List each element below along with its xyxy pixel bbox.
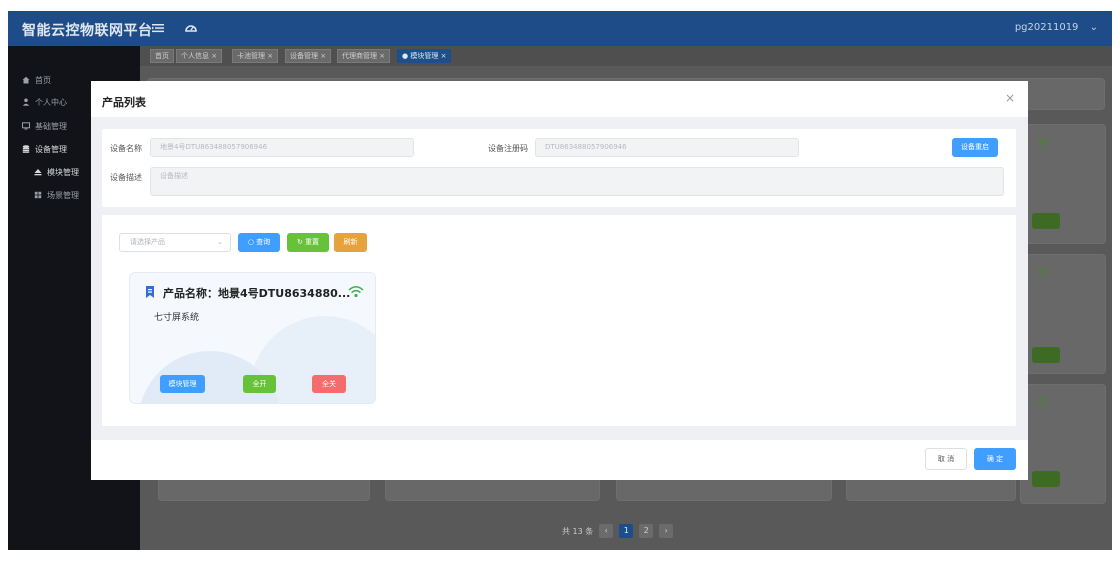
select-placeholder: 请选择产品 <box>130 238 165 246</box>
dialog-footer: 取 消 确 定 <box>91 440 1028 480</box>
close-icon[interactable]: × <box>267 52 273 60</box>
bg-edit-button <box>1032 347 1060 363</box>
device-name-label: 设备名称 <box>110 144 142 153</box>
all-off-button[interactable]: 全关 <box>312 375 346 393</box>
pagination-total: 共 13 条 <box>562 526 594 536</box>
all-on-button[interactable]: 全开 <box>243 375 276 393</box>
tab-label: 设备管理 <box>290 52 318 60</box>
tab-label: 首页 <box>155 52 169 60</box>
sidebar-item-label: 首页 <box>35 75 51 85</box>
tab-module[interactable]: ● 模块管理 × <box>397 49 452 63</box>
tab-profile[interactable]: 个人信息 × <box>176 49 223 63</box>
dashboard-icon[interactable] <box>184 21 198 35</box>
database-icon <box>22 145 30 153</box>
query-button[interactable]: ○ 查询 <box>238 233 280 252</box>
sidebar-item-scene[interactable]: 场景管理 <box>34 185 79 205</box>
product-list-dialog: 产品列表 × 设备名称 地景4号DTU863488057906946 设备注册码… <box>91 81 1028 480</box>
button-label: 查询 <box>256 238 271 246</box>
page-button[interactable]: 2 <box>639 524 654 538</box>
monitor-icon <box>22 122 30 130</box>
menu-fold-icon[interactable] <box>151 21 165 35</box>
device-form-panel: 设备名称 地景4号DTU863488057906946 设备注册码 DTU863… <box>102 129 1016 207</box>
grid-icon <box>34 191 42 199</box>
next-page-button[interactable]: › <box>659 524 674 538</box>
sidebar-item-device[interactable]: 设备管理 <box>22 139 67 159</box>
confirm-button[interactable]: 确 定 <box>974 448 1016 470</box>
sidebar-item-label: 模块管理 <box>47 167 79 177</box>
button-label: 重置 <box>305 238 320 246</box>
product-name: 产品名称：地景4号DTU8634880... <box>163 287 351 300</box>
dialog-header: 产品列表 × <box>91 81 1028 117</box>
dialog-body: 设备名称 地景4号DTU863488057906946 设备注册码 DTU863… <box>91 117 1028 440</box>
close-icon[interactable]: × <box>441 52 447 60</box>
close-icon[interactable]: × <box>320 52 326 60</box>
top-header: 智能云控物联网平台 pg20211019 ⌄ <box>8 11 1112 46</box>
sidebar-item-profile[interactable]: 个人中心 <box>22 92 67 112</box>
chevron-down-icon: ⌄ <box>217 238 223 246</box>
tab-home[interactable]: 首页 <box>150 49 174 63</box>
sidebar-item-basic[interactable]: 基础管理 <box>22 116 67 136</box>
product-description: 七寸屏系统 <box>154 313 200 323</box>
reg-code-input[interactable]: DTU863488057906946 <box>535 138 799 157</box>
eject-icon <box>34 168 42 176</box>
device-desc-label: 设备描述 <box>110 173 142 182</box>
sidebar-item-module[interactable]: 模块管理 <box>34 162 79 182</box>
home-icon <box>22 76 30 84</box>
device-name-input[interactable]: 地景4号DTU863488057906946 <box>150 138 414 157</box>
pagination: 共 13 条 ‹ 1 2 › <box>562 524 674 538</box>
bg-device-card <box>1020 384 1106 504</box>
bg-device-card <box>1020 124 1106 244</box>
reset-button[interactable]: ↻ 重置 <box>287 233 329 252</box>
bg-edit-button <box>1032 213 1060 229</box>
dot-icon: ● <box>402 52 409 60</box>
tabs-bar: 首页 个人信息 × 卡池管理 × 设备管理 × 代理商管理 × ● 模块管理 × <box>140 46 1112 66</box>
close-icon[interactable]: × <box>211 52 217 60</box>
dialog-title: 产品列表 <box>102 96 146 109</box>
sidebar-item-label: 基础管理 <box>35 121 67 131</box>
sidebar-item-label: 个人中心 <box>35 97 67 107</box>
wifi-icon <box>1036 397 1050 408</box>
sidebar-item-label: 场景管理 <box>47 190 79 200</box>
bookmark-icon <box>146 286 154 298</box>
product-card: 产品名称：地景4号DTU8634880... 七寸屏系统 模块管理 全开 全关 <box>129 272 376 404</box>
tab-label: 个人信息 <box>181 52 209 60</box>
app-frame: 智能云控物联网平台 pg20211019 ⌄ 首页 个人中心 基础管理 设备管理… <box>8 11 1112 550</box>
tab-card-pool[interactable]: 卡池管理 × <box>232 49 279 63</box>
search-icon: ○ <box>247 238 254 246</box>
device-desc-textarea[interactable]: 设备描述 <box>150 167 1004 196</box>
refresh-button[interactable]: 刷新 <box>334 233 367 252</box>
sidebar-item-label: 设备管理 <box>35 144 67 154</box>
tab-label: 代理商管理 <box>342 52 377 60</box>
close-icon[interactable]: × <box>1005 91 1015 105</box>
reg-code-label: 设备注册码 <box>488 144 528 153</box>
wifi-icon <box>1036 267 1050 278</box>
close-icon[interactable]: × <box>379 52 385 60</box>
tab-device[interactable]: 设备管理 × <box>285 49 332 63</box>
product-select[interactable]: 请选择产品 ⌄ <box>119 233 231 252</box>
sidebar-item-home[interactable]: 首页 <box>22 70 51 90</box>
tab-agent[interactable]: 代理商管理 × <box>337 49 391 63</box>
chevron-down-icon: ⌄ <box>1089 22 1098 33</box>
device-restart-button[interactable]: 设备重启 <box>952 138 998 157</box>
wifi-icon <box>348 286 364 298</box>
bg-edit-button <box>1032 471 1060 487</box>
tab-label: 模块管理 <box>410 52 439 60</box>
bg-device-card <box>1020 254 1106 374</box>
wifi-icon <box>1036 137 1050 148</box>
username: pg20211019 <box>1014 22 1079 33</box>
user-icon <box>22 98 30 106</box>
tab-label: 卡池管理 <box>237 52 265 60</box>
prev-page-button[interactable]: ‹ <box>599 524 614 538</box>
module-manage-button[interactable]: 模块管理 <box>160 375 205 393</box>
cancel-button[interactable]: 取 消 <box>925 448 967 470</box>
page-button[interactable]: 1 <box>619 524 634 538</box>
product-list-panel: 请选择产品 ⌄ ○ 查询 ↻ 重置 刷新 产品名称：地景4号DTU8634880… <box>102 215 1016 426</box>
user-menu[interactable]: pg20211019 ⌄ <box>1015 22 1098 33</box>
app-title: 智能云控物联网平台 <box>22 23 153 39</box>
refresh-icon: ↻ <box>296 238 303 246</box>
